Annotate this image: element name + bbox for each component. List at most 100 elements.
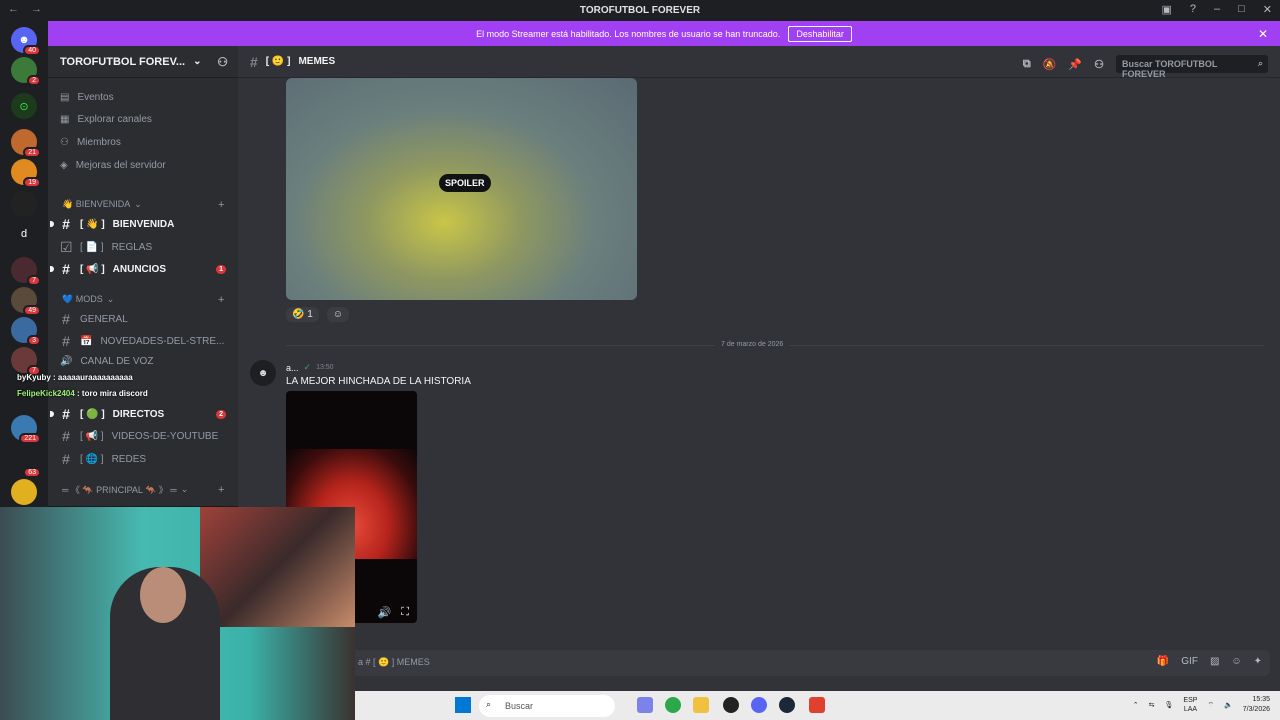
windows-start-icon[interactable] <box>455 697 471 713</box>
add-reaction-icon[interactable]: ☺ <box>326 307 350 322</box>
teams-icon[interactable] <box>637 697 653 713</box>
hash-icon: # <box>62 451 70 467</box>
server-icon[interactable]: d <box>11 221 37 247</box>
server-icon[interactable]: 221 <box>11 415 41 444</box>
unread-dot <box>50 221 54 227</box>
channel-anuncios[interactable]: #[ 📢 ] ANUNCIOS 1 <box>50 261 230 277</box>
channel-videos-youtube[interactable]: #[ 📢 ] VIDEOS-DE-YOUTUBE <box>60 428 230 444</box>
server-icon[interactable]: 63 <box>11 449 41 478</box>
notification-bell-icon[interactable]: 🔕 <box>1043 58 1057 71</box>
add-channel-icon[interactable]: + <box>218 199 224 211</box>
spoiler-label: SPOILER <box>439 174 491 192</box>
category-mods[interactable]: 💙 MODS ⌄ + <box>62 294 224 306</box>
close-window-button[interactable]: ✕ <box>1263 3 1272 16</box>
server-icon[interactable]: 19 <box>11 159 41 188</box>
author-name[interactable]: a... <box>286 363 299 373</box>
threads-icon[interactable]: ⧉ <box>1023 58 1031 71</box>
pin-icon[interactable]: 📌 <box>1068 58 1082 71</box>
chevron-up-icon[interactable]: ⌃ <box>1133 701 1139 709</box>
category-bienvenida[interactable]: 👋 BIENVENIDA ⌄ + <box>62 199 224 211</box>
server-icon[interactable]: 7 <box>11 257 41 286</box>
system-tray: ⌃ ⇆ 🎙 ESP LAA ⌔ 🔈 15:35 7/3/2026 <box>1133 695 1270 715</box>
discord-icon[interactable] <box>751 697 767 713</box>
volume-icon[interactable]: 🔊 <box>378 606 392 619</box>
sticker-icon[interactable]: ▨ <box>1210 656 1219 667</box>
file-explorer-icon[interactable] <box>693 697 709 713</box>
server-icon[interactable]: 7 <box>11 347 41 376</box>
server-icon[interactable]: 49 <box>11 287 41 316</box>
voice-channel[interactable]: 🔊 CANAL DE VOZ <box>60 356 230 367</box>
boost-icon: ◈ <box>60 160 68 171</box>
minimize-button[interactable]: – <box>1214 3 1220 16</box>
close-banner-icon[interactable]: ✕ <box>1258 27 1268 41</box>
category-principal[interactable]: ═ 《 🦘 PRINCIPAL 🦘 》 ═ ⌄ + <box>62 483 224 496</box>
inbox-icon[interactable]: ▣ <box>1161 3 1171 16</box>
steam-icon[interactable] <box>779 697 795 713</box>
server-icon[interactable]: 21 <box>11 129 41 158</box>
hash-icon: # <box>62 333 70 349</box>
search-icon: ⌕ <box>1257 58 1263 68</box>
server-icon[interactable]: 2 <box>11 57 41 86</box>
fullscreen-icon[interactable]: ⛶ <box>401 606 409 619</box>
channel-reglas[interactable]: ☑[ 📄 ] REGLAS <box>60 239 230 256</box>
obs-icon[interactable] <box>723 697 739 713</box>
app-icon[interactable] <box>809 697 825 713</box>
server-icon[interactable]: 3 <box>11 317 41 346</box>
network-icon[interactable]: ⇆ <box>1149 701 1155 709</box>
nav-browse-channels[interactable]: ▦ Explorar canales <box>60 114 152 125</box>
server-icon[interactable] <box>11 191 37 217</box>
server-header[interactable]: TOROFUTBOL FOREV... ⌄ ⚇ <box>48 46 238 78</box>
search-input[interactable]: Buscar TOROFUTBOL FOREVER ⌕ <box>1116 55 1268 79</box>
date-divider: 7 de marzo de 2026 <box>286 341 1264 348</box>
home-server[interactable]: ☻ 40 <box>11 27 41 56</box>
emoji-icon[interactable]: ☺ <box>1231 656 1241 667</box>
avatar[interactable]: ☻ <box>250 360 276 386</box>
help-icon[interactable]: ? <box>1190 3 1196 16</box>
chrome-icon[interactable] <box>665 697 681 713</box>
language-indicator[interactable]: ESP LAA <box>1183 696 1197 714</box>
channel-bienvenida[interactable]: #[ 👋 ] BIENVENIDA <box>50 216 230 232</box>
volume-icon[interactable]: 🔈 <box>1224 701 1233 709</box>
taskbar-search[interactable]: ⌕ Buscar <box>479 695 615 717</box>
microphone-icon[interactable]: 🎙 <box>1165 701 1174 709</box>
unread-dot <box>50 266 54 272</box>
gift-icon[interactable]: 🎁 <box>1157 656 1169 667</box>
maximize-button[interactable]: □ <box>1238 3 1245 16</box>
hash-icon: # <box>62 261 70 277</box>
members-icon: ⚇ <box>60 137 69 148</box>
server-icon[interactable] <box>11 479 37 505</box>
hash-icon: # <box>62 216 70 232</box>
chevron-down-icon: ⌄ <box>106 294 115 304</box>
channel-general[interactable]: # GENERAL <box>60 311 230 327</box>
wifi-icon[interactable]: ⌔ <box>1207 701 1214 710</box>
reactions: 🤣 1 ☺ <box>286 307 350 322</box>
add-channel-icon[interactable]: + <box>218 484 224 496</box>
chevron-down-icon: ⌄ <box>134 199 142 209</box>
channel-sidebar: TOROFUTBOL FOREV... ⌄ ⚇ ▤ Eventos ▦ Explor… <box>48 46 238 506</box>
add-channel-icon[interactable]: + <box>218 294 224 306</box>
streamer-head <box>140 567 186 623</box>
server-name: TOROFUTBOL FOREV... <box>60 55 186 68</box>
spoiler-image[interactable]: SPOILER <box>286 78 637 300</box>
poster-image <box>200 507 355 627</box>
channel-redes[interactable]: #[ 🌐 ] REDES <box>60 451 230 467</box>
nav-members[interactable]: ⚇ Miembros <box>60 137 121 148</box>
disable-streamer-button[interactable]: Deshabilitar <box>788 25 852 42</box>
member-list-icon[interactable]: ⚇ <box>1094 58 1104 71</box>
nav-boosts[interactable]: ◈ Mejoras del servidor <box>60 160 166 171</box>
gif-icon[interactable]: GIF <box>1181 656 1198 667</box>
stream-chat-line: FelipeKick2404 : toro mira discord <box>17 389 148 398</box>
channel-novedades[interactable]: # 📅 NOVEDADES-DEL-STRE... <box>60 333 230 349</box>
role-icon: ✓ <box>303 362 312 372</box>
invite-icon[interactable]: ⚇ <box>217 55 228 69</box>
chat-area: # [ 🙂 ] MEMES ⧉ 🔕 📌 ⚇ Buscar TOROFUTBOL … <box>238 46 1280 691</box>
server-icon[interactable]: ⊙ <box>11 93 37 119</box>
apps-icon[interactable]: ✦ <box>1254 656 1262 667</box>
channel-directos[interactable]: #[ 🟢 ] DIRECTOS 2 <box>50 406 230 422</box>
taskbar: ⌕ Buscar ⌃ ⇆ 🎙 ESP LAA ⌔ 🔈 15:35 7/3/2026 <box>355 691 1280 720</box>
clock[interactable]: 15:35 7/3/2026 <box>1243 695 1270 715</box>
message-input[interactable]: a # [ 🙂 ] MEMES 🎁 GIF ▨ ☺ ✦ <box>348 650 1270 676</box>
reaction-laugh[interactable]: 🤣 1 <box>286 307 319 322</box>
nav-events[interactable]: ▤ Eventos <box>60 92 114 103</box>
rules-icon: ☑ <box>60 239 73 255</box>
